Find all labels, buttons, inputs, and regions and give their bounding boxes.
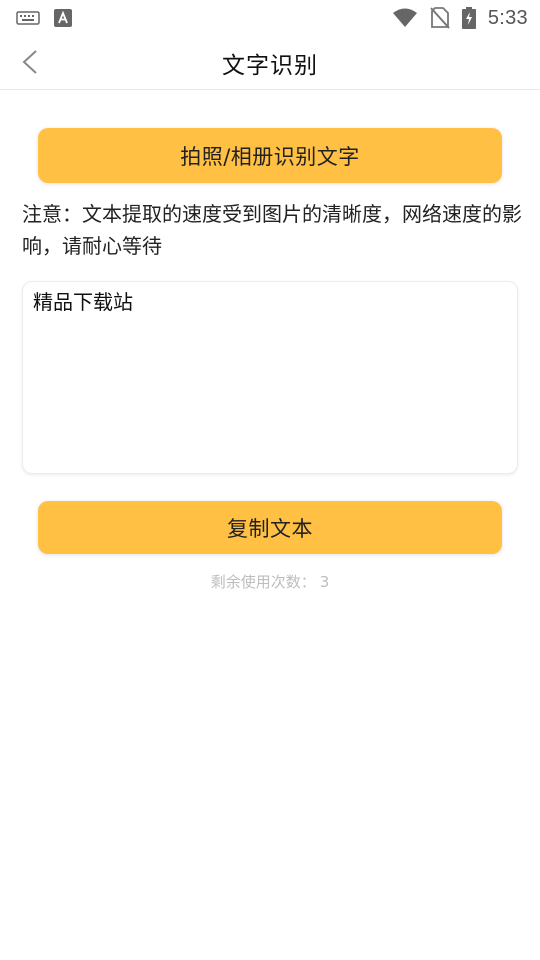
battery-charging-icon (461, 7, 476, 29)
copy-text-label: 复制文本 (227, 516, 313, 541)
result-textarea[interactable]: 精品下载站 (22, 281, 518, 474)
notice-text: 注意：文本提取的速度受到图片的清晰度，网络速度的影响，请耐心等待 (22, 202, 522, 258)
remaining-uses: 剩余使用次数： 3 (0, 571, 540, 592)
back-button[interactable] (14, 48, 46, 80)
remaining-uses-count: 3 (319, 573, 330, 591)
keyboard-icon (16, 11, 40, 25)
font-a-icon (54, 9, 72, 27)
capture-recognize-label: 拍照/相册识别文字 (180, 144, 360, 169)
status-bar: 5:33 (0, 0, 540, 36)
status-right: 5:33 (392, 7, 528, 30)
page-title: 文字识别 (222, 52, 318, 79)
app-bar: 文字识别 (0, 36, 540, 90)
chevron-left-icon (20, 49, 40, 79)
remaining-uses-label: 剩余使用次数： (210, 573, 316, 591)
status-time: 5:33 (487, 6, 528, 29)
wifi-icon (392, 8, 418, 28)
status-left (16, 9, 72, 27)
copy-text-button[interactable]: 复制文本 (38, 501, 502, 554)
capture-recognize-button[interactable]: 拍照/相册识别文字 (38, 128, 502, 183)
no-sim-icon (430, 7, 450, 29)
result-text: 精品下载站 (33, 290, 133, 314)
